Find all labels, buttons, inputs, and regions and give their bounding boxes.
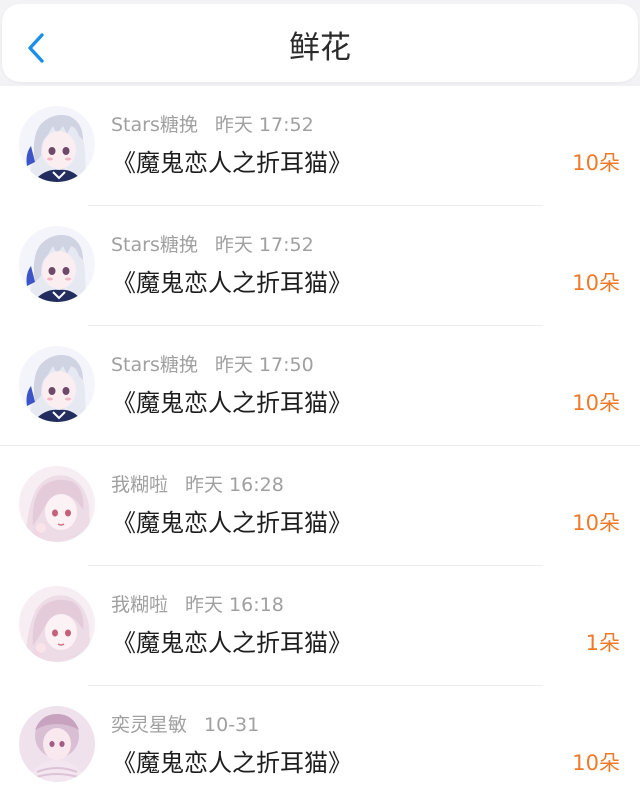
meta-line: Stars糖挽 昨天 17:50: [111, 352, 314, 378]
work-title: 《魔鬼恋人之折耳猫》: [112, 389, 352, 417]
avatar-white-hair-girl-icon: [19, 346, 95, 422]
sender-name[interactable]: 奕灵星敏: [111, 714, 187, 736]
meta-line: 我糊啦 昨天 16:18: [111, 592, 284, 618]
meta-line: 奕灵星敏 10-31: [111, 712, 259, 738]
avatar-white-hair-girl-icon: [19, 106, 95, 182]
sender-name[interactable]: 我糊啦: [111, 594, 168, 616]
work-title: 《魔鬼恋人之折耳猫》: [112, 149, 352, 177]
meta-line: Stars糖挽 昨天 17:52: [111, 112, 314, 138]
send-time: 10-31: [204, 714, 260, 736]
work-title: 《魔鬼恋人之折耳猫》: [112, 749, 352, 777]
work-title: 《魔鬼恋人之折耳猫》: [112, 269, 352, 297]
list-item[interactable]: Stars糖挽 昨天 17:52 《魔鬼恋人之折耳猫》 10朵: [0, 86, 640, 206]
flower-count: 10朵: [572, 271, 620, 295]
work-title: 《魔鬼恋人之折耳猫》: [112, 509, 352, 537]
flower-list: Stars糖挽昨天 17:52 《魔鬼恋人之折耳猫》 10朵 Stars糖挽: [0, 86, 640, 806]
sender-name[interactable]: Stars糖挽: [111, 354, 198, 376]
avatar-pink-hair-girl-icon: [19, 586, 95, 662]
flower-count: 10朵: [572, 511, 620, 535]
page-title: 鲜花: [289, 30, 351, 66]
flower-count: 10朵: [572, 151, 620, 175]
avatar[interactable]: [19, 346, 95, 422]
send-time: 昨天 16:28: [185, 474, 284, 496]
avatar-white-hair-girl-icon: [19, 226, 95, 302]
send-time: 昨天 17:52: [214, 234, 314, 256]
send-time: 昨天 17:52: [214, 114, 314, 136]
avatar[interactable]: [19, 586, 95, 662]
meta-line: Stars糖挽 昨天 17:52: [111, 232, 314, 258]
avatar-pink-hair-girl-icon: [19, 466, 95, 542]
avatar[interactable]: [19, 226, 95, 302]
list-item[interactable]: 我糊啦 昨天 16:28 《魔鬼恋人之折耳猫》 10朵: [0, 446, 640, 566]
header-bar: 鲜花: [0, 0, 640, 84]
work-title: 《魔鬼恋人之折耳猫》: [112, 629, 352, 657]
flower-count: 10朵: [572, 391, 620, 415]
flower-count: 1朵: [585, 631, 620, 655]
send-time: 昨天 16:18: [185, 594, 284, 616]
list-item[interactable]: 我糊啦 昨天 16:18 《魔鬼恋人之折耳猫》 1朵: [0, 566, 640, 686]
list-item[interactable]: 奕灵星敏 10-31 《魔鬼恋人之折耳猫》 10朵: [0, 686, 640, 806]
sender-name[interactable]: 我糊啦: [111, 474, 168, 496]
list-item[interactable]: Stars糖挽 昨天 17:52 《魔鬼恋人之折耳猫》 10朵: [0, 206, 640, 326]
sender-name[interactable]: Stars糖挽: [111, 234, 198, 256]
avatar-lace-dress-girl-icon: [19, 706, 95, 782]
meta-line: 我糊啦 昨天 16:28: [111, 472, 284, 498]
flower-count: 10朵: [572, 751, 620, 775]
avatar[interactable]: [19, 106, 95, 182]
list-item[interactable]: Stars糖挽 昨天 17:50 《魔鬼恋人之折耳猫》 10朵: [0, 326, 640, 446]
send-time: 昨天 17:50: [214, 354, 314, 376]
avatar[interactable]: [19, 706, 95, 782]
avatar[interactable]: [19, 466, 95, 542]
sender-name[interactable]: Stars糖挽: [111, 114, 198, 136]
